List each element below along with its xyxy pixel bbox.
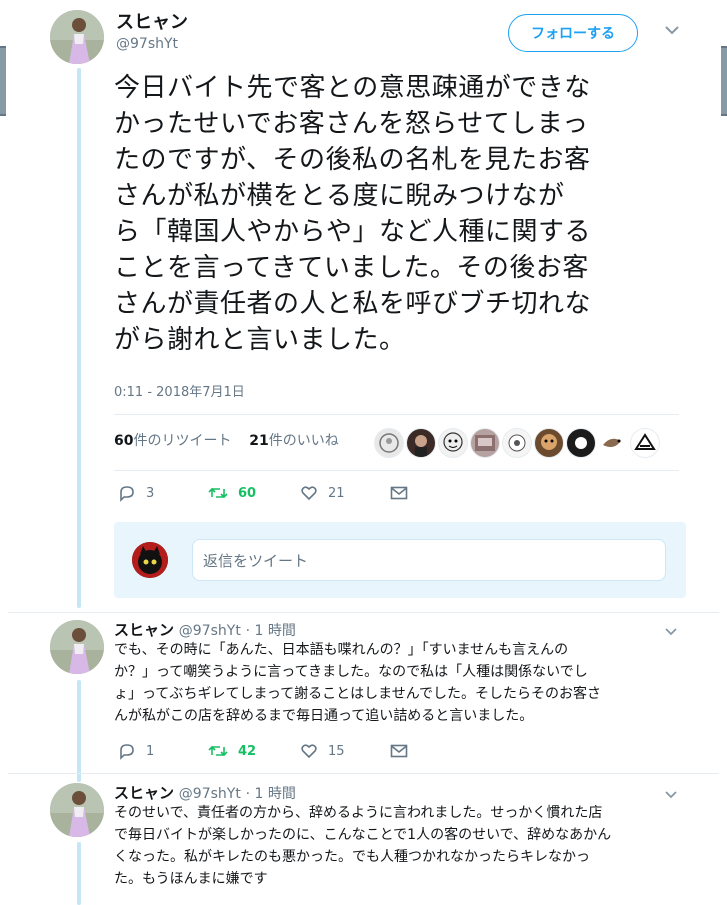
- reply-composer: 返信をツイート: [114, 522, 686, 598]
- like-action-count: 21: [328, 485, 345, 501]
- dm-button[interactable]: [390, 743, 418, 759]
- display-name[interactable]: スヒャン: [114, 784, 174, 802]
- avatar[interactable]: [50, 620, 104, 674]
- reply-time[interactable]: · 1 時間: [246, 786, 296, 802]
- retweet-button[interactable]: 42: [208, 742, 300, 760]
- retweet-count: 60: [114, 433, 134, 449]
- like-icon: [301, 744, 317, 759]
- tweet-text-line: さんが私が横をとる度に睨みつけなが: [114, 181, 565, 211]
- dm-icon: [390, 744, 408, 758]
- retweet-count-label: 件のリツイート: [133, 433, 232, 449]
- reply-actions: 1 42 15: [118, 742, 418, 760]
- liker-avatar[interactable]: [534, 428, 564, 458]
- liker-avatar[interactable]: [374, 428, 404, 458]
- retweet-action-count: 42: [238, 743, 257, 759]
- background-panel: [0, 48, 6, 114]
- reply-text-line: そのせいで、責任者の方から、辞めるように言われました。せっかく慣れた店: [114, 805, 603, 821]
- liker-avatar[interactable]: [470, 428, 500, 458]
- tweet-stats: 60件のリツイート 21件のいいね: [114, 430, 339, 450]
- reply-icon: [120, 744, 134, 760]
- user-handle[interactable]: @97shYt: [179, 786, 241, 802]
- avatar-photo: [50, 783, 104, 837]
- caret-down-icon[interactable]: [664, 24, 680, 40]
- divider: [8, 773, 719, 774]
- display-name[interactable]: スヒャン: [116, 8, 188, 34]
- divider: [8, 612, 719, 613]
- like-count: 21: [249, 433, 269, 449]
- reply-text-line: くなった。私がキレたのも悪かった。でも人種つかれなかったらキレなかっ: [114, 849, 590, 865]
- tweet-text-line: 今日バイト先で客との意思疎通ができな: [114, 73, 591, 103]
- avatar[interactable]: [50, 783, 104, 837]
- avatar-photo: [50, 620, 104, 674]
- retweet-icon: [208, 745, 228, 757]
- liker-avatar[interactable]: [438, 428, 468, 458]
- dm-button[interactable]: [390, 485, 418, 501]
- like-icon: [301, 486, 317, 501]
- like-button[interactable]: 21: [300, 484, 390, 502]
- like-count-label: 件のいいね: [268, 433, 339, 449]
- display-name[interactable]: スヒャン: [114, 621, 174, 639]
- reply-text: でも、その時に「あんた、日本語も喋れんの？」「すいませんも言えんの か？」って嘲…: [114, 639, 689, 727]
- liker-avatar[interactable]: [630, 428, 660, 458]
- retweet-action-count: 60: [238, 485, 257, 501]
- divider: [114, 470, 679, 471]
- reply-text-line: か？」って嘲笑うように言ってきました。なので私は「人種は関係ないでし: [114, 664, 588, 680]
- user-handle[interactable]: @97shYt: [116, 36, 178, 52]
- reply-text: そのせいで、責任者の方から、辞めるように言われました。せっかく慣れた店 で毎日バ…: [114, 802, 689, 890]
- tweet-text-line: ことを言ってきていました。その後お客: [114, 253, 589, 283]
- reply-text-line: た。もうほんまに嫌です: [114, 871, 268, 887]
- reply-button[interactable]: 1: [118, 742, 208, 760]
- reply-count: 3: [146, 485, 155, 501]
- background-panel: [721, 48, 727, 114]
- tweet-text: 今日バイト先で客との意思疎通ができな かったせいでお客さんを怒らせてしまっ たの…: [114, 70, 694, 358]
- tweet-timestamp[interactable]: 0:11 - 2018年7月1日: [114, 381, 245, 400]
- tweet-text-line: かったせいでお客さんを怒らせてしまっ: [114, 109, 589, 139]
- avatar-photo: [50, 10, 104, 64]
- retweet-count-link[interactable]: 60件のリツイート: [114, 433, 231, 449]
- reply-icon: [120, 486, 134, 502]
- reply-header: スヒャン @97shYt · 1 時間: [114, 782, 296, 803]
- tweet-text-line: ら「韓国人やからや」など人種に関する: [114, 217, 592, 247]
- reply-text-line: ょ」ってぶちギレてしまって謝ることはしませんでした。そしたらそのお客さ: [114, 686, 602, 702]
- reply-text-line: でも、その時に「あんた、日本語も喋れんの？」「すいませんも言えんの: [114, 642, 569, 658]
- thread-line: [77, 680, 81, 782]
- liker-avatar[interactable]: [502, 428, 532, 458]
- user-handle[interactable]: @97shYt: [179, 623, 241, 639]
- avatar[interactable]: [50, 10, 104, 64]
- tweet-text-line: がら謝れと言いました。: [114, 325, 406, 355]
- my-avatar: [132, 542, 168, 578]
- follow-button[interactable]: フォローする: [508, 14, 638, 52]
- reply-header: スヒャン @97shYt · 1 時間: [114, 619, 296, 640]
- like-action-count: 15: [328, 743, 345, 759]
- tweet-text-line: たのですが、その後私の名札を見たお客: [114, 145, 591, 175]
- reply-button[interactable]: 3: [118, 484, 208, 502]
- dm-icon: [390, 486, 408, 500]
- reply-text-line: んが私がこの店を辞めるまで毎日通って追い詰めると言いました。: [114, 708, 534, 724]
- liker-avatar[interactable]: [566, 428, 596, 458]
- reply-text-line: で毎日バイトが楽しかったのに、こんなことで1人の客のせいで、辞めなあかん: [114, 827, 612, 843]
- like-button[interactable]: 15: [300, 742, 390, 760]
- tweet-text-line: さんが責任者の人と私を呼びブチ切れな: [114, 289, 592, 319]
- reply-time[interactable]: · 1 時間: [246, 623, 296, 639]
- thread-line: [77, 842, 81, 905]
- reply-count: 1: [146, 743, 155, 759]
- like-count-link[interactable]: 21件のいいね: [249, 433, 338, 449]
- tweet-actions: 3 60 21: [118, 484, 418, 502]
- reply-input[interactable]: 返信をツイート: [192, 539, 666, 581]
- background-marker: [721, 114, 727, 116]
- liker-avatar[interactable]: [406, 428, 436, 458]
- background-marker: [0, 114, 6, 116]
- divider: [114, 414, 679, 415]
- tweet-permalink-card: スヒャン @97shYt フォローする 今日バイト先で客との意思疎通ができな か…: [8, 0, 719, 905]
- retweet-icon: [208, 487, 228, 499]
- background-right-strip: [719, 0, 727, 905]
- retweet-button[interactable]: 60: [208, 484, 300, 502]
- thread-line: [77, 68, 81, 608]
- background-left-strip: [0, 0, 8, 905]
- liker-avatar[interactable]: [598, 428, 628, 458]
